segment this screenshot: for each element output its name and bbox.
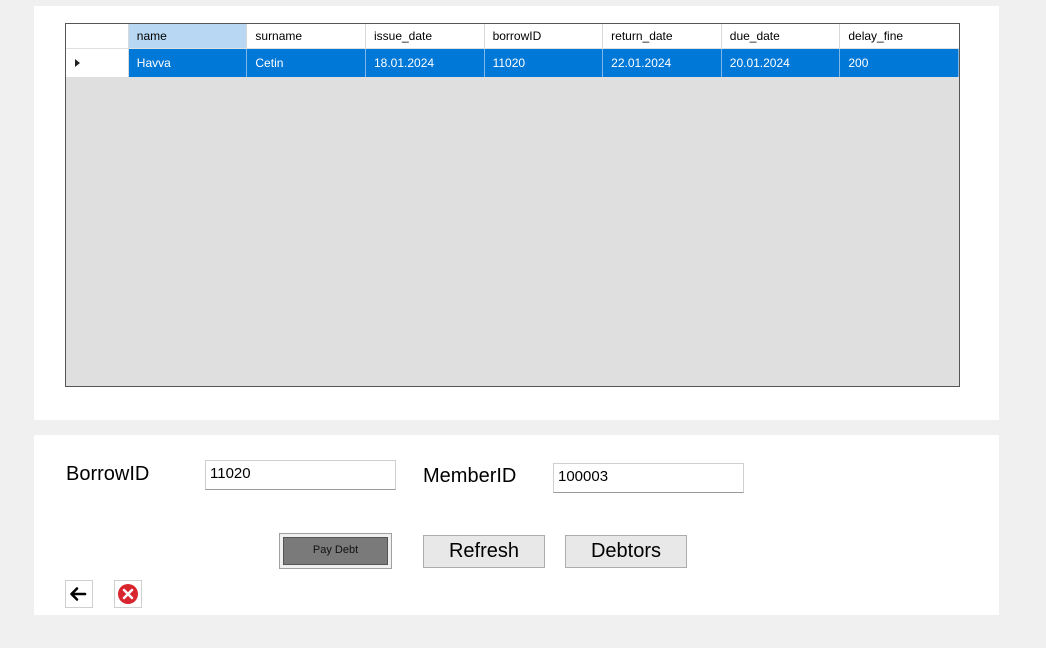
current-row-arrow-icon (75, 59, 80, 67)
column-header-borrow-id[interactable]: borrowID (485, 24, 604, 48)
cell-due-date[interactable]: 20.01.2024 (721, 49, 841, 77)
column-header-name[interactable]: name (128, 24, 248, 48)
borrow-id-field[interactable]: 11020 (205, 460, 396, 490)
grid-header: name surname issue_date borrowID return_… (66, 24, 959, 49)
row-header[interactable] (66, 49, 129, 77)
column-header-surname[interactable]: surname (247, 24, 366, 48)
borrow-id-label: BorrowID (66, 463, 150, 485)
arrow-left-icon (70, 587, 87, 601)
header-corner[interactable] (66, 24, 129, 48)
refresh-button[interactable]: Refresh (423, 535, 545, 568)
pay-debt-label: Pay Debt (283, 537, 388, 565)
cell-surname[interactable]: Cetin (247, 49, 366, 77)
back-button[interactable] (65, 580, 93, 608)
column-header-return-date[interactable]: return_date (603, 24, 722, 48)
cell-borrow-id[interactable]: 11020 (484, 49, 604, 77)
borrow-data-grid[interactable]: name surname issue_date borrowID return_… (65, 23, 960, 387)
cell-issue-date[interactable]: 18.01.2024 (365, 49, 485, 77)
column-header-due-date[interactable]: due_date (722, 24, 841, 48)
cell-name[interactable]: Havva (128, 49, 248, 77)
close-icon (118, 584, 138, 604)
member-id-field[interactable]: 100003 (553, 463, 744, 493)
close-button[interactable] (114, 580, 142, 608)
column-header-issue-date[interactable]: issue_date (366, 24, 485, 48)
debtors-button[interactable]: Debtors (565, 535, 687, 568)
cell-delay-fine[interactable]: 200 (840, 49, 959, 77)
column-header-delay-fine[interactable]: delay_fine (840, 24, 959, 48)
form-panel (34, 435, 999, 615)
table-row[interactable]: Havva Cetin 18.01.2024 11020 22.01.2024 … (66, 49, 959, 77)
member-id-label: MemberID (423, 465, 517, 487)
pay-debt-button[interactable]: Pay Debt (279, 533, 392, 569)
cell-return-date[interactable]: 22.01.2024 (603, 49, 722, 77)
